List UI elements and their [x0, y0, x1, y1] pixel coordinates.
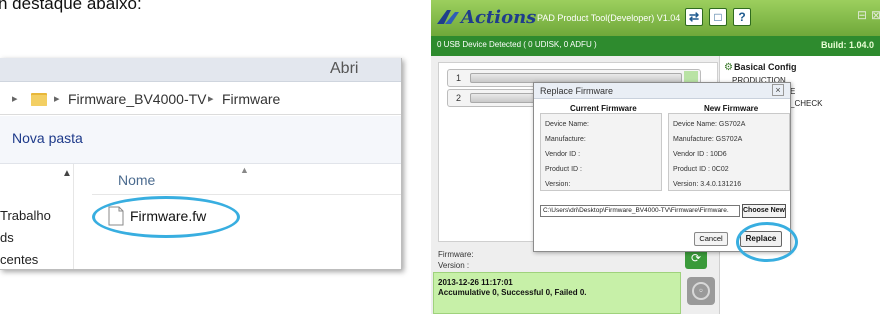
close-icon[interactable]: ⊠: [871, 8, 880, 22]
status-strip: 0 USB Device Detected ( 0 UDISK, 0 ADFU …: [431, 36, 880, 56]
folder-icon: [31, 93, 47, 106]
sort-arrow-icon: ▲: [240, 165, 249, 175]
explorer-titlebar: Abri: [0, 58, 401, 82]
nav-item[interactable]: ds: [0, 230, 14, 245]
new-firmware-box: Device Name: GS702A Manufacture: GS702A …: [668, 113, 790, 191]
column-name[interactable]: Nome: [118, 172, 155, 188]
gear-icon: ⚙: [724, 62, 733, 73]
help-icon: ?: [738, 10, 746, 24]
column-header: ▲ Nome: [92, 165, 401, 195]
current-firmware-heading: Current Firmware: [570, 104, 637, 113]
scroll-up-icon[interactable]: ▲: [62, 168, 72, 179]
highlight-ring: [736, 222, 798, 262]
current-field: Manufacture:: [545, 136, 586, 143]
nav-item[interactable]: centes: [0, 252, 38, 267]
usb-button[interactable]: ⇄: [685, 8, 703, 26]
dialog-titlebar: Replace Firmware ×: [534, 83, 790, 99]
config-title: Basical Config: [734, 62, 797, 72]
build-label: Build: 1.04.0: [820, 40, 874, 50]
breadcrumb-item[interactable]: Firmware: [222, 91, 280, 107]
cancel-button[interactable]: Cancel: [694, 232, 728, 246]
device-status: 0 USB Device Detected ( 0 UDISK, 0 ADFU …: [437, 40, 597, 49]
document-button[interactable]: □: [709, 8, 727, 26]
highlight-ring: [92, 196, 240, 238]
chevron-right-icon: ▸: [54, 93, 60, 105]
current-field: Product ID :: [545, 166, 582, 173]
chevron-right-icon: ▸: [12, 93, 18, 105]
new-field: Vendor ID : 10D6: [673, 151, 727, 158]
help-button[interactable]: ?: [733, 8, 751, 26]
current-field: Vendor ID :: [545, 151, 581, 158]
explorer-title: Abri: [330, 60, 359, 77]
slot-number: 1: [456, 73, 462, 83]
new-field: Version: 3.4.0.131216: [673, 181, 742, 188]
window-title: PAD Product Tool(Developer) V1.04: [537, 13, 681, 23]
minimize-icon[interactable]: ⊟: [857, 8, 867, 22]
file-explorer-window: Abri ▸ ▸ Firmware_BV4000-TV ▸ Firmware N…: [0, 58, 402, 270]
new-field: Device Name: GS702A: [673, 121, 746, 128]
nav-item[interactable]: Trabalho: [0, 208, 51, 223]
version-label: Version :: [438, 261, 470, 270]
power-icon: ⏻: [692, 282, 710, 300]
power-button[interactable]: ⏻: [687, 277, 715, 305]
choose-new-button[interactable]: Choose New: [742, 204, 786, 218]
usb-icon: ⇄: [688, 10, 700, 24]
current-field: Version:: [545, 181, 571, 188]
dialog-title: Replace Firmware: [540, 86, 614, 96]
current-firmware-box: Device Name: Manufacture: Vendor ID : Pr…: [540, 113, 662, 191]
new-firmware-heading: New Firmware: [704, 104, 759, 113]
refresh-icon: ⟳: [690, 251, 702, 265]
explorer-nav-pane: Trabalho ds centes: [0, 164, 74, 269]
log-panel: 2013-12-26 11:17:01 Accumulative 0, Succ…: [433, 272, 681, 314]
new-field: Manufacture: GS702A: [673, 136, 743, 143]
close-icon[interactable]: ×: [772, 84, 784, 96]
config-item[interactable]: _CHECK: [790, 99, 822, 108]
caption-text: n destaque abaixo:: [0, 0, 142, 13]
firmware-path-field[interactable]: C:\Users\dri\Desktop\Firmware_BV4000-TV\…: [540, 205, 740, 217]
breadcrumb-item[interactable]: Firmware_BV4000-TV: [68, 91, 207, 107]
explorer-toolbar: Nova pasta: [0, 116, 401, 164]
upload-button[interactable]: ⟳: [685, 249, 707, 269]
log-line: 2013-12-26 11:17:01: [438, 278, 513, 287]
tool-titlebar: Actions PAD Product Tool(Developer) V1.0…: [431, 0, 880, 36]
actions-logo-icon: [437, 10, 459, 24]
firmware-label: Firmware:: [438, 250, 474, 259]
logo-text: Actions: [461, 7, 537, 28]
chevron-right-icon: ▸: [208, 93, 214, 105]
current-field: Device Name:: [545, 121, 589, 128]
log-line: Accumulative 0, Successful 0, Failed 0.: [438, 288, 587, 297]
explorer-address-bar[interactable]: ▸ ▸ Firmware_BV4000-TV ▸ Firmware: [0, 83, 401, 115]
new-field: Product ID : 0C02: [673, 166, 729, 173]
document-icon: □: [714, 10, 722, 24]
new-folder-button[interactable]: Nova pasta: [12, 130, 83, 146]
slot-number: 2: [456, 93, 462, 103]
